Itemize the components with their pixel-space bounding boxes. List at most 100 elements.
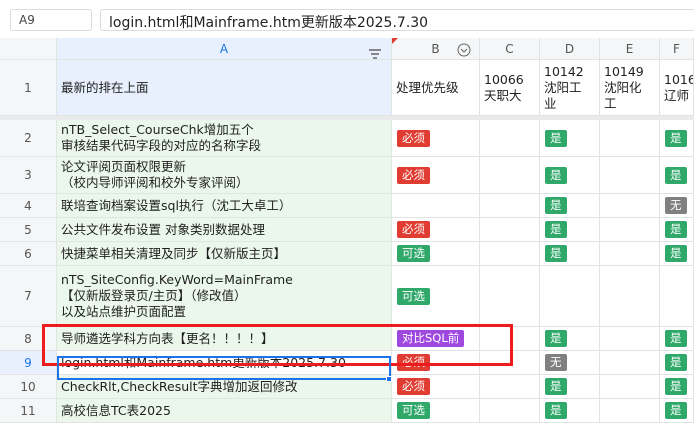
row-header-5[interactable]: 5: [0, 218, 57, 242]
filter-menu-icon[interactable]: [369, 44, 381, 59]
cell-f7[interactable]: [660, 266, 694, 327]
cell-c2[interactable]: [480, 120, 540, 157]
cell-e11[interactable]: [600, 399, 660, 423]
status-badge: 是: [545, 166, 567, 184]
cell-c3[interactable]: [480, 157, 540, 194]
cell-b11[interactable]: 可选: [392, 399, 480, 423]
header-cell-a[interactable]: 最新的排在上面: [57, 60, 392, 116]
priority-badge: 必须: [397, 129, 430, 147]
cell-e10[interactable]: [600, 375, 660, 399]
priority-badge: 对比SQL前: [397, 330, 465, 347]
cell-b8[interactable]: 对比SQL前: [392, 327, 480, 351]
cell-d7[interactable]: [540, 266, 600, 327]
header-cell-b[interactable]: 处理优先级: [392, 60, 480, 116]
row-header-1[interactable]: 1: [0, 60, 57, 116]
cell-c4[interactable]: [480, 194, 540, 218]
cell-c11[interactable]: [480, 399, 540, 423]
cell-e4[interactable]: [600, 194, 660, 218]
cell-d6[interactable]: 是: [540, 242, 600, 266]
cell-a10[interactable]: CheckRlt,CheckResult字典增加返回修改: [57, 375, 392, 399]
row-header-6[interactable]: 6: [0, 242, 57, 266]
column-header-b[interactable]: B: [392, 38, 480, 60]
cell-d11[interactable]: 是: [540, 399, 600, 423]
formula-input[interactable]: login.html和Mainframe.htm更新版本2025.7.30: [100, 9, 694, 31]
select-all-corner[interactable]: [0, 38, 57, 60]
cell-e3[interactable]: [600, 157, 660, 194]
row-header-8[interactable]: 8: [0, 327, 57, 351]
status-badge: 是: [665, 166, 687, 184]
priority-badge: 必须: [397, 378, 430, 395]
cell-a9[interactable]: login.html和Mainframe.htm更新版本2025.7.30: [57, 351, 392, 375]
status-badge: 是: [545, 402, 567, 419]
header-cell-e[interactable]: 10149 沈阳化 工: [600, 60, 660, 116]
cell-a3[interactable]: 论文评阅页面权限更新 （校内导师评阅和校外专家评阅）: [57, 157, 392, 194]
cell-d4[interactable]: 是: [540, 194, 600, 218]
column-header-e[interactable]: E: [600, 38, 660, 60]
dropdown-icon[interactable]: [457, 42, 471, 57]
cell-a8[interactable]: 导师遴选学科方向表【更名！！！！】: [57, 327, 392, 351]
cell-f9[interactable]: 是: [660, 351, 694, 375]
header-cell-f[interactable]: 1016 辽师: [660, 60, 694, 116]
cell-b6[interactable]: 可选: [392, 242, 480, 266]
row-header-2[interactable]: 2: [0, 120, 57, 157]
cell-e9[interactable]: [600, 351, 660, 375]
row-header-3[interactable]: 3: [0, 157, 57, 194]
row-header-7[interactable]: 7: [0, 266, 57, 327]
cell-a7[interactable]: nTS_SiteConfig.KeyWord=MainFrame 【仅新版登录页…: [57, 266, 392, 327]
cell-f3[interactable]: 是: [660, 157, 694, 194]
cell-a11[interactable]: 高校信息TC表2025: [57, 399, 392, 423]
cell-f8[interactable]: 是: [660, 327, 694, 351]
cell-c7[interactable]: [480, 266, 540, 327]
cell-f5[interactable]: 是: [660, 218, 694, 242]
column-header-a[interactable]: A: [57, 38, 392, 60]
status-badge: 无: [545, 354, 567, 371]
row-header-11[interactable]: 11: [0, 399, 57, 423]
cell-f11[interactable]: 是: [660, 399, 694, 423]
column-header-f[interactable]: F: [660, 38, 694, 60]
cell-a5[interactable]: 公共文件发布设置 对象类别数据处理: [57, 218, 392, 242]
cell-d3[interactable]: 是: [540, 157, 600, 194]
cell-e2[interactable]: [600, 120, 660, 157]
cell-a4[interactable]: 联培查询档案设置sql执行（沈工大卓工）: [57, 194, 392, 218]
cell-c5[interactable]: [480, 218, 540, 242]
cell-e8[interactable]: [600, 327, 660, 351]
priority-badge: 必须: [397, 166, 430, 184]
cell-b9[interactable]: 必须: [392, 351, 480, 375]
column-header-c[interactable]: C: [480, 38, 540, 60]
cell-f10[interactable]: 是: [660, 375, 694, 399]
cell-d9[interactable]: 无: [540, 351, 600, 375]
name-box[interactable]: A9: [10, 9, 92, 31]
status-badge: 是: [545, 221, 567, 238]
cell-b5[interactable]: 必须: [392, 218, 480, 242]
cell-c8[interactable]: [480, 327, 540, 351]
cell-d2[interactable]: 是: [540, 120, 600, 157]
cell-b4[interactable]: [392, 194, 480, 218]
cell-f4[interactable]: 无: [660, 194, 694, 218]
status-badge: 是: [665, 221, 687, 238]
cell-f6[interactable]: 是: [660, 242, 694, 266]
cell-e5[interactable]: [600, 218, 660, 242]
cell-b10[interactable]: 必须: [392, 375, 480, 399]
cell-a6[interactable]: 快捷菜单相关清理及同步【仅新版主页】: [57, 242, 392, 266]
row-header-4[interactable]: 4: [0, 194, 57, 218]
cell-f2[interactable]: 是: [660, 120, 694, 157]
cell-c10[interactable]: [480, 375, 540, 399]
cell-e7[interactable]: [600, 266, 660, 327]
column-header-d[interactable]: D: [540, 38, 600, 60]
fill-handle[interactable]: [386, 376, 392, 382]
cell-d8[interactable]: 是: [540, 327, 600, 351]
cell-d10[interactable]: 是: [540, 375, 600, 399]
cell-c9[interactable]: [480, 351, 540, 375]
cell-a2[interactable]: nTB_Select_CourseChk增加五个 审核结果代码字段的对应的名称字…: [57, 120, 392, 157]
cell-c6[interactable]: [480, 242, 540, 266]
cell-b2[interactable]: 必须: [392, 120, 480, 157]
cell-e6[interactable]: [600, 242, 660, 266]
row-header-9[interactable]: 9: [0, 351, 57, 375]
header-cell-c[interactable]: 10066 天职大: [480, 60, 540, 116]
cell-d5[interactable]: 是: [540, 218, 600, 242]
header-cell-d[interactable]: 10142 沈阳工 业: [540, 60, 600, 116]
cell-b7[interactable]: 可选: [392, 266, 480, 327]
row-header-10[interactable]: 10: [0, 375, 57, 399]
status-badge: 是: [545, 129, 567, 147]
cell-b3[interactable]: 必须: [392, 157, 480, 194]
